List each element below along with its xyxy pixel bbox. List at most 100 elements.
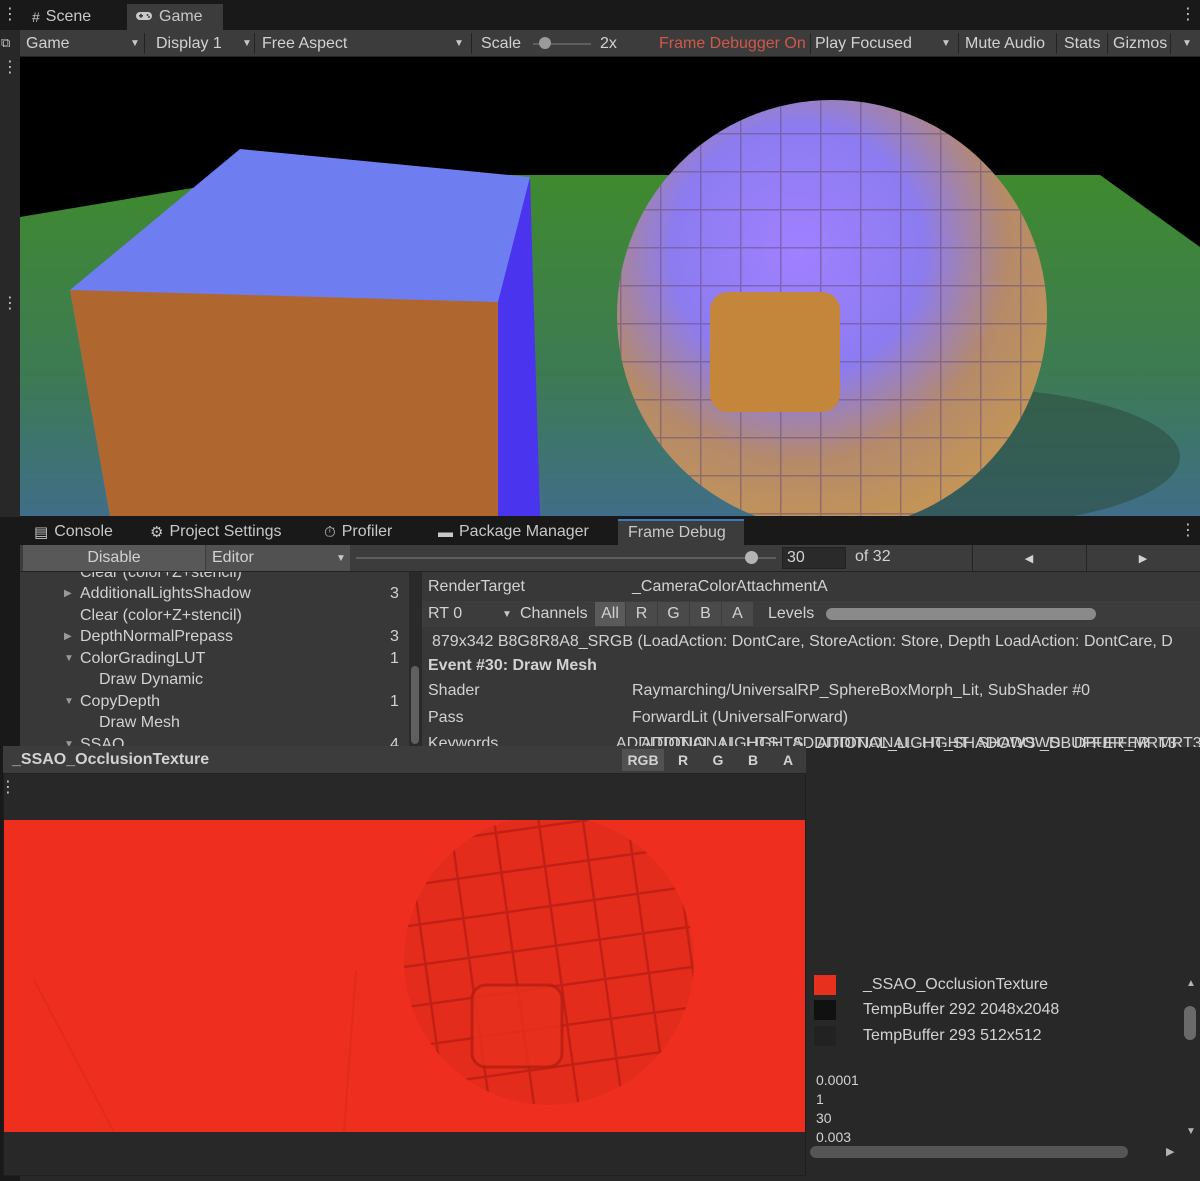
texture-item[interactable]: TempBuffer 292 2048x2048: [808, 998, 1178, 1022]
tree-item[interactable]: ▶ AdditionalLightsShadow 3: [20, 583, 410, 604]
event-tree[interactable]: Clear (color+Z+stencil) ▶ AdditionalLigh…: [20, 572, 410, 747]
panel-menu-kebab-icon[interactable]: ⋮: [1180, 523, 1196, 539]
tree-item-label: DepthNormalPrepass: [80, 627, 233, 645]
game-mode-dropdown[interactable]: Game ▼: [26, 30, 140, 57]
value-readout: 30: [816, 1110, 832, 1126]
package-icon: ▬: [438, 523, 453, 541]
scale-value: 2x: [600, 34, 617, 52]
maximize-icon[interactable]: ⧉: [1, 35, 10, 51]
preview-a-button[interactable]: A: [773, 749, 803, 771]
pass-value: ForwardLit (UniversalForward): [632, 709, 849, 726]
tab-project-settings[interactable]: ⚙ Project Settings: [140, 519, 292, 545]
triangle-right-icon[interactable]: ▶: [64, 631, 72, 642]
triangle-down-icon[interactable]: ▼: [64, 696, 74, 707]
bottom-tab-bar: ▤ Console ⚙ Project Settings ⏱ Profiler …: [20, 517, 1200, 545]
tab-scene[interactable]: # Scene: [24, 4, 124, 30]
tree-item-label: Clear (color+Z+stencil): [80, 606, 242, 624]
tree-item-label: ColorGradingLUT: [80, 649, 206, 667]
left-kebab-icon[interactable]: ⋮: [2, 60, 18, 76]
aspect-dropdown[interactable]: Free Aspect ▼: [262, 30, 468, 57]
preview-g-button[interactable]: G: [703, 749, 733, 771]
tree-item-label: CopyDepth: [80, 692, 161, 710]
aspect-label: Free Aspect: [262, 34, 348, 52]
tab-profiler[interactable]: ⏱ Profiler: [314, 519, 402, 545]
channel-b-button[interactable]: B: [690, 602, 721, 626]
gizmos-toggle[interactable]: Gizmos: [1113, 30, 1167, 57]
stats-toggle[interactable]: Stats: [1064, 30, 1100, 57]
preview-kebab-icon[interactable]: ⋮: [0, 780, 16, 796]
tree-scrollbar-thumb[interactable]: [411, 666, 419, 744]
value-readout: 0.003: [816, 1129, 852, 1145]
channel-a-button[interactable]: A: [722, 602, 753, 626]
display-dropdown[interactable]: Display 1 ▼: [156, 30, 252, 57]
scroll-up-icon[interactable]: ▲: [1186, 978, 1196, 989]
left-kebab-icon-2[interactable]: ⋮: [2, 296, 18, 312]
levels-range-slider[interactable]: [826, 608, 1096, 620]
preview-rgb-button[interactable]: RGB: [622, 749, 664, 771]
tab-scene-label: Scene: [45, 8, 92, 25]
render-target-label: RenderTarget: [428, 578, 525, 595]
tree-item[interactable]: ▶ DepthNormalPrepass 3: [20, 626, 410, 647]
preview-header: _SSAO_OcclusionTexture RGB R G B A: [3, 746, 806, 774]
event-slider-track[interactable]: [356, 557, 776, 559]
mute-audio-toggle[interactable]: Mute Audio: [965, 30, 1045, 57]
tab-frame-debug[interactable]: Frame Debug: [618, 519, 744, 545]
tab-package-manager[interactable]: ▬ Package Manager: [428, 519, 599, 545]
prev-event-button[interactable]: ◀: [973, 545, 1085, 572]
triangle-right-icon[interactable]: ▶: [64, 588, 72, 599]
scroll-down-icon[interactable]: ▼: [1186, 1126, 1196, 1137]
target-dropdown[interactable]: Editor ▼: [206, 545, 350, 571]
texture-list-scrollbar-thumb[interactable]: [1184, 1006, 1196, 1040]
preview-b-button[interactable]: B: [738, 749, 768, 771]
preview-r-button[interactable]: R: [668, 749, 698, 771]
next-event-button[interactable]: ▶: [1087, 545, 1199, 572]
tree-item[interactable]: Draw Mesh: [20, 712, 410, 733]
tree-item-count: 3: [390, 584, 399, 602]
console-icon: ▤: [34, 524, 49, 541]
tab-game-label: Game: [159, 8, 203, 25]
channel-all-button[interactable]: All: [595, 602, 625, 626]
stopwatch-icon: ⏱: [324, 523, 336, 541]
scroll-right-icon[interactable]: ▶: [1166, 1145, 1174, 1158]
gear-icon: ⚙: [150, 524, 164, 541]
game-view[interactable]: [20, 57, 1200, 516]
frame-debug-toolbar: Disable Editor ▼ 30 of 32 ◀ ▶: [20, 545, 1200, 572]
event-slider-handle[interactable]: [744, 551, 758, 564]
top-menu-kebab-icon[interactable]: ⋮: [2, 7, 18, 23]
tab-profiler-label: Profiler: [341, 523, 393, 540]
tab-frame-debug-label: Frame Debug: [628, 524, 726, 541]
tree-item[interactable]: Clear (color+Z+stencil): [20, 572, 410, 583]
format-line: 879x342 B8G8R8A8_SRGB (LoadAction: DontC…: [432, 633, 1173, 650]
chevron-down-icon: ▼: [454, 38, 464, 49]
top-tab-bar: ⋮ # Scene Game ⋮: [0, 0, 1200, 30]
occlusion-texture-render: [4, 820, 805, 1132]
horizontal-scrollbar-thumb[interactable]: [810, 1146, 1128, 1158]
tree-item[interactable]: Clear (color+Z+stencil): [20, 605, 410, 626]
tree-item-label: Clear (color+Z+stencil): [80, 572, 242, 581]
texture-item[interactable]: TempBuffer 293 512x512: [808, 1024, 1178, 1048]
chevron-down-icon: ▼: [130, 38, 140, 49]
channel-g-button[interactable]: G: [658, 602, 689, 626]
gizmos-chevron-down-icon[interactable]: ▼: [1182, 38, 1192, 49]
preview-title: _SSAO_OcclusionTexture: [12, 751, 210, 768]
texture-thumbnail: [814, 1026, 836, 1046]
tree-item[interactable]: Draw Dynamic: [20, 669, 410, 690]
tree-item-label: Draw Dynamic: [99, 670, 204, 688]
tab-game[interactable]: Game: [127, 4, 223, 30]
texture-label: TempBuffer 292 2048x2048: [863, 1001, 1060, 1018]
rt-dropdown[interactable]: RT 0 ▼: [422, 602, 516, 626]
tree-item[interactable]: ▼ ColorGradingLUT 1: [20, 648, 410, 669]
value-readout: 0.0001: [816, 1072, 859, 1088]
tree-item[interactable]: ▼ CopyDepth 1: [20, 691, 410, 712]
triangle-down-icon[interactable]: ▼: [64, 653, 74, 664]
texture-thumbnail: [814, 1000, 836, 1020]
channel-r-button[interactable]: R: [626, 602, 657, 626]
texture-item[interactable]: _SSAO_OcclusionTexture: [808, 973, 1178, 997]
scale-slider-handle[interactable]: [539, 37, 551, 49]
disable-button[interactable]: Disable: [23, 545, 205, 571]
play-mode-dropdown[interactable]: Play Focused ▼: [815, 30, 955, 57]
window-menu-kebab-icon[interactable]: ⋮: [1180, 7, 1196, 23]
event-index-input[interactable]: 30: [782, 547, 846, 569]
gamepad-icon: [135, 9, 153, 25]
tab-console[interactable]: ▤ Console: [24, 519, 123, 545]
